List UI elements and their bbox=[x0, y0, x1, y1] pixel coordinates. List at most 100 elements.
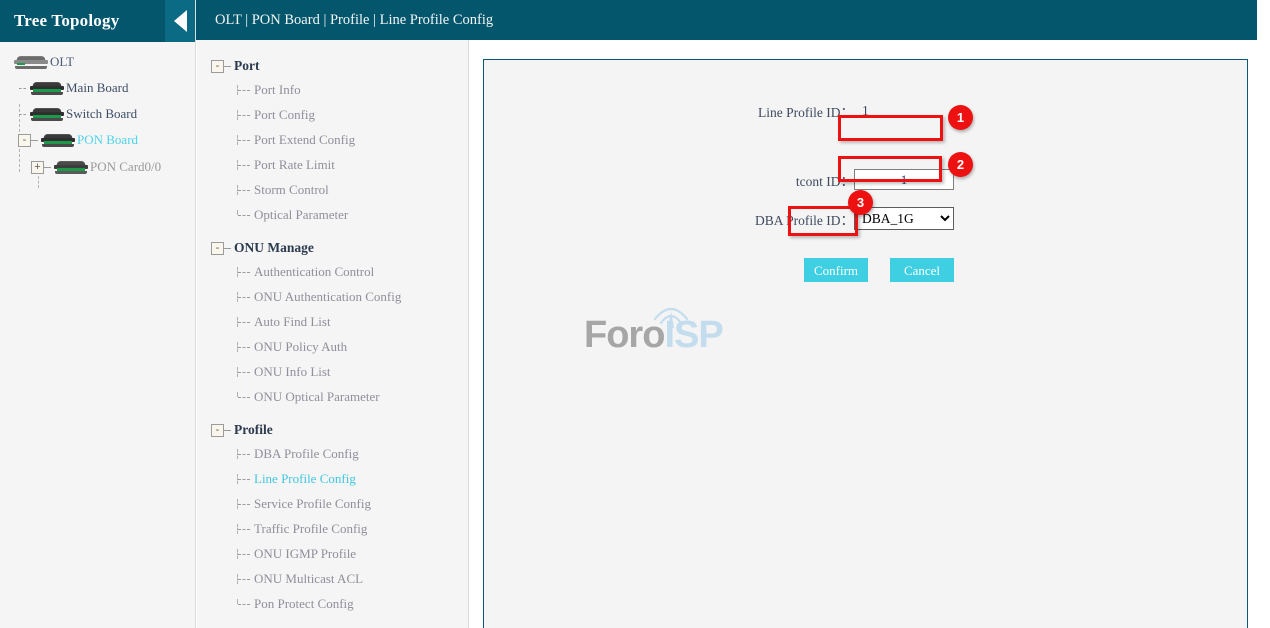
menu-item-label: Port Rate Limit bbox=[254, 157, 335, 173]
menu-expander-toggle[interactable]: - bbox=[211, 60, 224, 73]
menu-item-onu-multicast-acl[interactable]: ONU Multicast ACL bbox=[197, 566, 468, 591]
menu-connector bbox=[237, 342, 251, 352]
menu-group-port[interactable]: - Port bbox=[197, 55, 468, 77]
menu-item-label: Pon Protect Config bbox=[254, 596, 354, 612]
tree-expander-toggle[interactable]: - bbox=[18, 134, 31, 147]
menu-connector bbox=[237, 367, 251, 377]
menu-item-port-extend-config[interactable]: Port Extend Config bbox=[197, 127, 468, 152]
tree-node-switch-board[interactable]: Switch Board bbox=[0, 102, 195, 126]
menu-group-onu-manage[interactable]: - ONU Manage bbox=[197, 237, 468, 259]
watermark-text-secondary: ISP bbox=[664, 314, 722, 356]
menu-group-label: ONU Manage bbox=[234, 240, 314, 256]
menu-expander-toggle[interactable]: - bbox=[211, 242, 224, 255]
tree-connector bbox=[19, 114, 26, 115]
watermark-text-primary: Foro bbox=[584, 314, 664, 356]
menu-connector bbox=[237, 135, 251, 145]
tree-node-label: Main Board bbox=[66, 80, 128, 96]
menu-connector bbox=[237, 160, 251, 170]
menu-connector bbox=[237, 474, 251, 484]
tree-connector bbox=[44, 167, 51, 168]
tree-node-pon-board[interactable]: - PON Board bbox=[0, 128, 195, 152]
menu-item-port-info[interactable]: Port Info bbox=[197, 77, 468, 102]
confirm-button[interactable]: Confirm bbox=[804, 258, 868, 282]
menu-item-label: Service Profile Config bbox=[254, 496, 371, 512]
menu-group-profile[interactable]: - Profile bbox=[197, 419, 468, 441]
device-board-icon bbox=[14, 56, 48, 69]
menu-item-onu-optical-parameter[interactable]: ONU Optical Parameter bbox=[197, 384, 468, 409]
tree-topology-body: OLT Main Board Switch Board - bbox=[0, 42, 195, 179]
menu-item-label: Optical Parameter bbox=[254, 207, 348, 223]
menu-connector bbox=[224, 66, 231, 67]
menu-item-auto-find-list[interactable]: Auto Find List bbox=[197, 309, 468, 334]
navigation-menu-panel: - Port Port Info Port Config Port Extend… bbox=[197, 40, 469, 628]
tree-topology-header: Tree Topology bbox=[0, 0, 195, 42]
device-board-icon bbox=[41, 134, 75, 147]
tree-topology-panel: Tree Topology OLT Main Board bbox=[0, 0, 196, 628]
tree-connector bbox=[19, 88, 26, 89]
chevron-left-icon bbox=[174, 10, 187, 32]
menu-connector bbox=[237, 210, 251, 220]
menu-item-service-profile-config[interactable]: Service Profile Config bbox=[197, 491, 468, 516]
menu-item-label: ONU Optical Parameter bbox=[254, 389, 380, 405]
menu-item-traffic-profile-config[interactable]: Traffic Profile Config bbox=[197, 516, 468, 541]
menu-item-label: Port Extend Config bbox=[254, 132, 355, 148]
menu-connector bbox=[224, 430, 231, 431]
tree-node-main-board[interactable]: Main Board bbox=[0, 76, 195, 100]
cancel-button[interactable]: Cancel bbox=[890, 258, 954, 282]
menu-connector bbox=[237, 267, 251, 277]
menu-item-dba-profile-config[interactable]: DBA Profile Config bbox=[197, 441, 468, 466]
tree-topology-title: Tree Topology bbox=[0, 11, 119, 31]
dba-profile-id-label: DBA Profile ID： bbox=[744, 209, 854, 229]
menu-item-port-rate-limit[interactable]: Port Rate Limit bbox=[197, 152, 468, 177]
menu-item-onu-info-list[interactable]: ONU Info List bbox=[197, 359, 468, 384]
dba-profile-id-row: DBA Profile ID： DBA_1G bbox=[744, 207, 954, 230]
menu-connector bbox=[237, 85, 251, 95]
watermark-text: ForoISP bbox=[584, 305, 754, 365]
tree-connector bbox=[31, 140, 38, 141]
tree-expander-toggle[interactable]: + bbox=[31, 161, 44, 174]
menu-connector bbox=[237, 110, 251, 120]
menu-item-label: ONU Policy Auth bbox=[254, 339, 347, 355]
menu-item-label: ONU Multicast ACL bbox=[254, 571, 363, 587]
device-board-icon bbox=[30, 82, 64, 95]
tree-node-label: PON Card0/0 bbox=[90, 159, 161, 175]
tree-node-olt[interactable]: OLT bbox=[0, 50, 195, 74]
menu-connector bbox=[237, 317, 251, 327]
menu-item-authentication-control[interactable]: Authentication Control bbox=[197, 259, 468, 284]
menu-connector bbox=[237, 574, 251, 584]
tree-node-label: Switch Board bbox=[66, 106, 137, 122]
tree-node-pon-card[interactable]: + PON Card0/0 bbox=[0, 155, 195, 179]
tcont-id-row: tcont ID： bbox=[754, 169, 954, 190]
tcont-id-input[interactable] bbox=[854, 169, 954, 190]
menu-item-label: ONU IGMP Profile bbox=[254, 546, 356, 562]
menu-connector bbox=[237, 524, 251, 534]
device-board-icon bbox=[30, 108, 64, 121]
menu-item-onu-policy-auth[interactable]: ONU Policy Auth bbox=[197, 334, 468, 359]
menu-connector bbox=[237, 292, 251, 302]
menu-item-pon-protect-config[interactable]: Pon Protect Config bbox=[197, 591, 468, 616]
menu-item-storm-control[interactable]: Storm Control bbox=[197, 177, 468, 202]
menu-item-label: Auto Find List bbox=[254, 314, 331, 330]
menu-expander-toggle[interactable]: - bbox=[211, 424, 224, 437]
menu-connector bbox=[237, 185, 251, 195]
menu-connector bbox=[237, 599, 251, 609]
form-actions-row: Confirm Cancel bbox=[804, 258, 954, 282]
menu-item-label: Storm Control bbox=[254, 182, 329, 198]
menu-group-label: Profile bbox=[234, 422, 273, 438]
menu-item-label: DBA Profile Config bbox=[254, 446, 359, 462]
sidebar-collapse-button[interactable] bbox=[165, 0, 195, 42]
antenna-icon bbox=[649, 303, 693, 329]
menu-item-optical-parameter[interactable]: Optical Parameter bbox=[197, 202, 468, 227]
menu-item-onu-authentication-config[interactable]: ONU Authentication Config bbox=[197, 284, 468, 309]
menu-item-port-config[interactable]: Port Config bbox=[197, 102, 468, 127]
main-content-area: ForoISP Line Profile ID： 1 tcont ID： DBA… bbox=[470, 40, 1257, 628]
menu-connector bbox=[224, 248, 231, 249]
line-profile-id-row: Line Profile ID： 1 bbox=[754, 101, 869, 121]
menu-item-onu-igmp-profile[interactable]: ONU IGMP Profile bbox=[197, 541, 468, 566]
right-gutter bbox=[1257, 0, 1270, 628]
dba-profile-select[interactable]: DBA_1G bbox=[854, 207, 954, 230]
menu-group-label: Port bbox=[234, 58, 259, 74]
breadcrumb: OLT | PON Board | Profile | Line Profile… bbox=[196, 12, 493, 29]
menu-item-line-profile-config[interactable]: Line Profile Config bbox=[197, 466, 468, 491]
menu-connector bbox=[237, 499, 251, 509]
